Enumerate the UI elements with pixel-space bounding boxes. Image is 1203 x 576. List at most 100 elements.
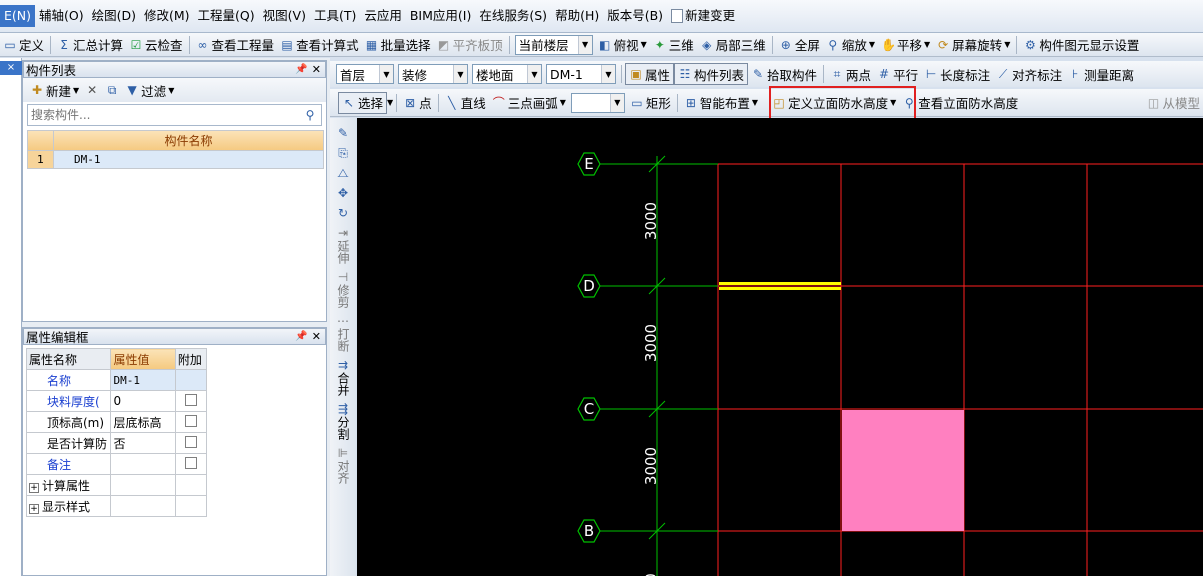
parallel-button[interactable]: # 平行 (874, 63, 921, 85)
pen-icon[interactable]: ✎ (332, 126, 354, 140)
category-select[interactable]: 装修 ▼ (398, 64, 468, 84)
drawing-canvas[interactable]: E D C B 3000 3000 3000 0 (357, 118, 1203, 576)
table-row[interactable]: 1 DM-1 (27, 150, 324, 169)
pin-icon[interactable]: 📌 (295, 331, 307, 342)
chevron-down-icon[interactable]: ▼ (387, 98, 393, 107)
local-3d-button[interactable]: ◈ 局部三维 (697, 34, 769, 56)
menu-help[interactable]: 帮助(H) (551, 5, 603, 27)
delete-button[interactable]: ✕ (82, 79, 102, 101)
floor-area-fill[interactable] (842, 410, 964, 531)
filter-button[interactable]: ▼ 过滤 ▼ (122, 79, 177, 101)
menu-modify[interactable]: 修改(M) (140, 5, 194, 27)
separator (437, 93, 439, 112)
menu-draw[interactable]: 绘图(D) (88, 5, 140, 27)
menu-bim[interactable]: BIM应用(I) (406, 5, 476, 27)
from-model-button[interactable]: ◫ 从模型 (1143, 92, 1203, 114)
menu-new-change[interactable]: 新建变更 (667, 5, 739, 27)
view-quantity-button[interactable]: ∞ 查看工程量 (193, 34, 278, 56)
menu-online[interactable]: 在线服务(S) (475, 5, 551, 27)
menu-version[interactable]: 版本号(B) (603, 5, 667, 27)
expand-icon[interactable]: + (29, 482, 39, 493)
left-edge-tab[interactable]: × (0, 61, 22, 75)
summary-button[interactable]: Σ 汇总计算 (54, 34, 126, 56)
floor-select[interactable]: 首层 ▼ (336, 64, 394, 84)
display-settings-button[interactable]: ⚙ 构件图元显示设置 (1020, 34, 1142, 56)
copy-button[interactable]: ⧉ (102, 79, 122, 101)
copy-icon[interactable]: ⎘ (332, 146, 354, 160)
new-component-button[interactable]: ✚ 新建 ▼ (27, 79, 82, 101)
length-dim-button[interactable]: ⊢ 长度标注 (921, 63, 993, 85)
point-button[interactable]: ⊠ 点 (400, 92, 435, 114)
mirror-icon[interactable]: ⧍ (332, 166, 354, 180)
close-icon[interactable]: ✕ (312, 330, 321, 343)
close-icon[interactable]: ✕ (312, 63, 321, 76)
menu-edit[interactable]: E(N) (0, 5, 36, 27)
cloud-check-button[interactable]: ☑ 云检查 (126, 34, 186, 56)
align-dim-button[interactable]: ⟋ 对齐标注 (993, 63, 1065, 85)
search-input[interactable] (28, 105, 299, 125)
zoom-button[interactable]: ⚲ 缩放 ▼ (823, 34, 878, 56)
split-button[interactable]: ⇶ 分割 (332, 402, 354, 440)
select-button[interactable]: ↖ 选择 (338, 91, 388, 114)
flush-slab-button[interactable]: ◩ 平齐板顶 (434, 34, 506, 56)
expand-icon[interactable]: + (29, 503, 39, 514)
property-row[interactable]: 顶标高(m) 层底标高 (25, 411, 208, 433)
fullscreen-icon: ⊕ (780, 37, 791, 52)
menu-tools[interactable]: 工具(T) (310, 5, 360, 27)
attributes-button[interactable]: ▣ 属性 (625, 63, 675, 85)
property-group[interactable]: + 显示样式 (25, 495, 208, 517)
arc-label: 三点画弧 (507, 96, 558, 111)
property-group[interactable]: + 计算属性 (25, 474, 208, 496)
top-view-button[interactable]: ◧ 俯视 ▼ (595, 34, 650, 56)
property-row[interactable]: 是否计算防 否 (25, 432, 208, 454)
checkbox[interactable] (184, 393, 197, 406)
arc-button[interactable]: ⌒ 三点画弧 ▼ (489, 92, 569, 114)
view-formula-button[interactable]: ▤ 查看计算式 (277, 34, 362, 56)
search-icon[interactable]: ⚲ (299, 105, 321, 125)
pick-component-button[interactable]: ✎ 拾取构件 (748, 63, 820, 85)
property-row[interactable]: 块料厚度( 0 (25, 390, 208, 412)
length-dim-label: 长度标注 (940, 67, 991, 83)
pan-button[interactable]: ✋ 平移 ▼ (878, 34, 933, 56)
property-row[interactable]: 名称 DM-1 (25, 369, 208, 391)
batch-select-button[interactable]: ▦ 批量选择 (362, 34, 434, 56)
define-button[interactable]: ▭ 定义 (0, 34, 47, 56)
pin-icon[interactable]: 📌 (295, 64, 307, 75)
floor-scope-select[interactable]: 当前楼层 ▼ (514, 34, 593, 55)
smart-layout-button[interactable]: ⊞ 智能布置 ▼ (681, 92, 761, 114)
prop-value[interactable]: 否 (110, 432, 176, 454)
merge-button[interactable]: ⇉ 合并 (332, 358, 354, 396)
align-button[interactable]: ⊫ 对齐 (332, 446, 354, 484)
selected-line[interactable] (719, 282, 841, 285)
extend-button[interactable]: ⇥ 延伸 (332, 226, 354, 264)
prop-value[interactable]: DM-1 (110, 369, 176, 391)
checkbox[interactable] (184, 414, 197, 427)
component-list-button[interactable]: ☷ 构件列表 (674, 63, 749, 85)
component-select[interactable]: DM-1 ▼ (546, 64, 616, 84)
arc-option-select[interactable]: ▼ (570, 92, 625, 113)
rotate-button[interactable]: ⟳ 屏幕旋转 ▼ (933, 34, 1013, 56)
3d-button[interactable]: ✦ 三维 (650, 34, 697, 56)
checkbox[interactable] (184, 456, 197, 469)
move-icon[interactable]: ✥ (332, 186, 354, 200)
two-points-button[interactable]: ⌗ 两点 (827, 63, 874, 85)
rect-button[interactable]: ▭ 矩形 (627, 92, 674, 114)
prop-value[interactable]: 0 (110, 390, 176, 412)
break-button[interactable]: ⋯ 打断 (332, 314, 354, 352)
menu-view[interactable]: 视图(V) (259, 5, 310, 27)
rotate-icon[interactable]: ↻ (332, 206, 354, 220)
fullscreen-button[interactable]: ⊕ 全屏 (776, 34, 823, 56)
selected-line[interactable] (719, 287, 841, 290)
menu-quantity[interactable]: 工程量(Q) (194, 5, 259, 27)
line-button[interactable]: ╲ 直线 (442, 92, 489, 114)
trim-button[interactable]: ⊣ 修剪 (332, 270, 354, 308)
property-row[interactable]: 备注 (25, 453, 208, 475)
checkbox[interactable] (184, 435, 197, 448)
prop-value[interactable] (110, 453, 176, 475)
view-wp-height-button[interactable]: ⚲ 查看立面防水高度 (899, 92, 1021, 114)
prop-value[interactable]: 层底标高 (110, 411, 176, 433)
menu-cloud[interactable]: 云应用 (360, 5, 406, 27)
type-select[interactable]: 楼地面 ▼ (472, 64, 542, 84)
measure-button[interactable]: ⊦ 测量距离 (1065, 63, 1137, 85)
menu-aux-axis[interactable]: 辅轴(O) (35, 5, 88, 27)
